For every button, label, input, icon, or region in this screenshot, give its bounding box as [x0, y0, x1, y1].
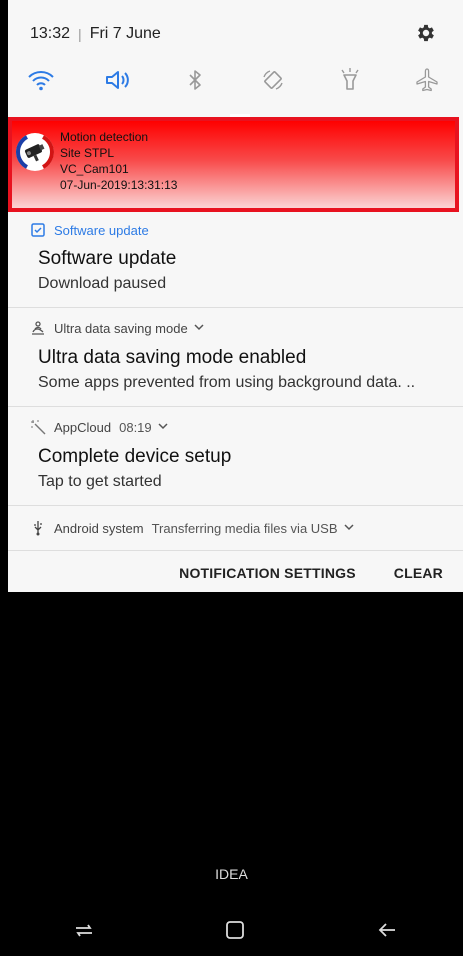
data-saving-app-name: Ultra data saving mode — [54, 320, 188, 336]
software-update-app-row[interactable]: Software update — [30, 222, 149, 238]
quick-settings — [24, 62, 444, 98]
flashlight-icon[interactable] — [333, 63, 367, 97]
sound-icon[interactable] — [101, 63, 135, 97]
data-saving-text: Some apps prevented from using backgroun… — [38, 374, 416, 391]
motion-notification-text: Motion detection Site STPL VC_Cam101 07-… — [60, 129, 177, 193]
android-system-app-name: Android system — [54, 520, 144, 536]
usb-icon — [30, 520, 46, 536]
recent-apps-icon[interactable] — [64, 910, 104, 950]
data-saving-title[interactable]: Ultra data saving mode enabled — [38, 347, 306, 369]
airplane-mode-icon[interactable] — [410, 63, 444, 97]
divider — [8, 406, 463, 407]
camera-app-logo-icon — [14, 131, 56, 173]
divider — [8, 505, 463, 506]
settings-gear-icon[interactable] — [415, 22, 437, 44]
data-saving-app-row[interactable]: Ultra data saving mode — [30, 320, 204, 336]
android-system-app-row[interactable]: Android system Transferring media files … — [30, 520, 354, 536]
chevron-down-icon[interactable] — [343, 522, 354, 534]
clear-button[interactable]: CLEAR — [394, 565, 443, 581]
separator: | — [78, 26, 82, 42]
motion-camera: VC_Cam101 — [60, 162, 129, 176]
divider — [8, 307, 463, 308]
bluetooth-icon[interactable] — [178, 63, 212, 97]
motion-detection-notification[interactable]: Motion detection Site STPL VC_Cam101 07-… — [8, 117, 459, 212]
software-update-text: Download paused — [38, 275, 167, 292]
motion-site: Site STPL — [60, 146, 115, 160]
clock: 13:32 — [30, 25, 71, 42]
data-saving-icon — [30, 320, 46, 336]
appcloud-time: 08:19 — [119, 419, 152, 435]
auto-rotate-icon[interactable] — [256, 63, 290, 97]
appcloud-app-name: AppCloud — [54, 419, 112, 435]
carrier-label: IDEA — [215, 866, 248, 882]
panel-actions: NOTIFICATION SETTINGS CLEAR — [179, 565, 443, 581]
magic-wand-icon — [30, 419, 46, 435]
android-system-text: Transferring media files via USB — [151, 520, 338, 536]
appcloud-title[interactable]: Complete device setup — [38, 446, 231, 468]
notification-settings-button[interactable]: NOTIFICATION SETTINGS — [179, 565, 356, 581]
software-update-icon — [30, 222, 46, 238]
navigation-bar — [8, 904, 463, 956]
status-row: 13:32 | Fri 7 June — [30, 22, 441, 46]
wifi-icon[interactable] — [24, 63, 58, 97]
home-icon[interactable] — [215, 910, 255, 950]
date: Fri 7 June — [89, 25, 161, 42]
software-update-title[interactable]: Software update — [38, 248, 176, 270]
divider — [8, 550, 463, 551]
appcloud-app-row[interactable]: AppCloud 08:19 — [30, 419, 168, 435]
motion-timestamp: 07-Jun-2019:13:31:13 — [60, 178, 178, 192]
motion-title: Motion detection — [60, 130, 149, 144]
software-update-app-name: Software update — [54, 222, 149, 238]
chevron-down-icon[interactable] — [194, 322, 204, 334]
chevron-down-icon[interactable] — [158, 421, 168, 433]
back-icon[interactable] — [367, 910, 407, 950]
appcloud-text: Tap to get started — [38, 473, 162, 490]
